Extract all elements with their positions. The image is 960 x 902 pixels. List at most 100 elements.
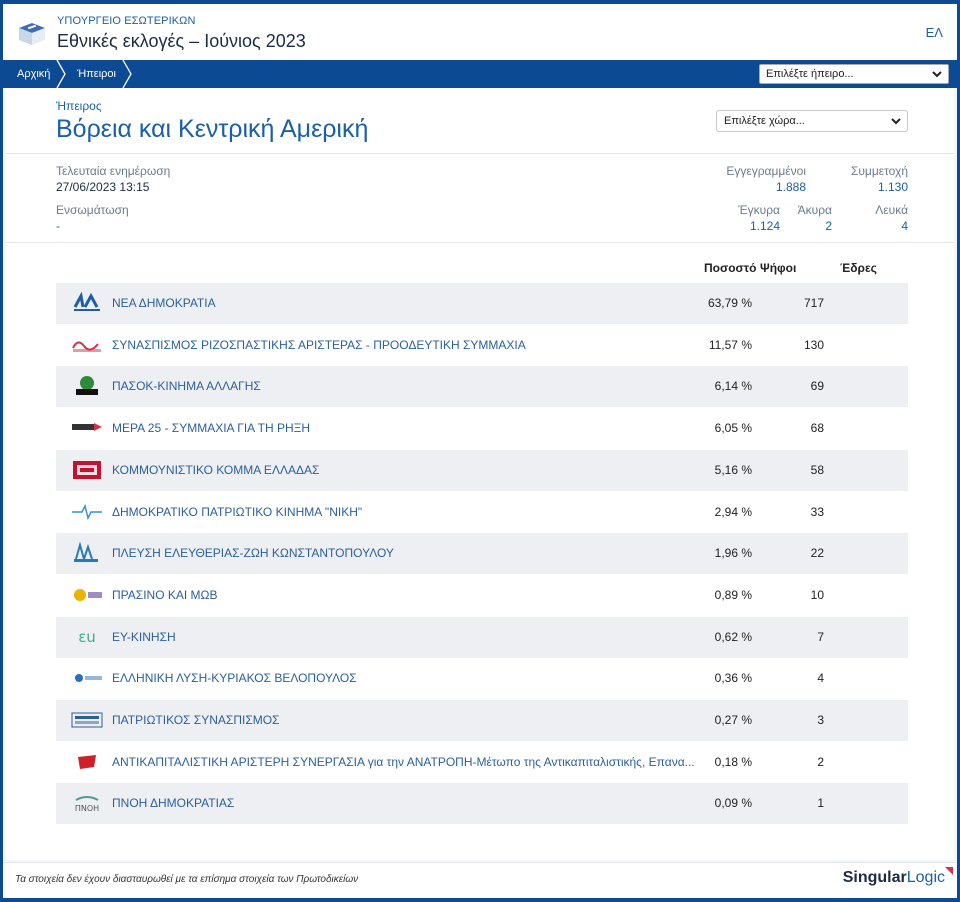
invalid-label: Άκυρα	[797, 203, 832, 217]
syriza-logo-icon	[72, 341, 101, 352]
party-name[interactable]: ΣΥΝΑΣΠΙΣΜΟΣ ΡΙΖΟΣΠΑΣΤΙΚΗΣ ΑΡΙΣΤΕΡΑΣ - ΠΡ…	[112, 325, 526, 366]
table-row: ΑΝΤΙΚΑΠΙΤΑΛΙΣΤΙΚΗ ΑΡΙΣΤΕΡΗ ΣΥΝΕΡΓΑΣΙΑ γι…	[56, 742, 908, 783]
blank-value: 4	[901, 219, 908, 233]
party-name[interactable]: ΠΝΟΗ ΔΗΜΟΚΡΑΤΙΑΣ	[112, 783, 234, 824]
party-votes: 10	[810, 587, 824, 602]
party-votes: 1	[817, 796, 824, 811]
party-name[interactable]: ΜΕΡΑ 25 - ΣΥΜΜΑΧΙΑ ΓΙΑ ΤΗ ΡΗΞΗ	[112, 408, 310, 449]
party-percent: 6,14 %	[714, 379, 752, 394]
divider	[6, 242, 954, 243]
last-update-label: Τελευταία ενημέρωση	[56, 164, 171, 178]
region-label: Ήπειρος	[56, 99, 102, 113]
breadcrumb-continents[interactable]: Ήπειροι	[77, 60, 116, 88]
brand-part-b: Logic	[906, 869, 945, 886]
page-header-title: Εθνικές εκλογές – Ιούνιος 2023	[57, 31, 306, 51]
party-name[interactable]: ΕΥ-ΚΙΝΗΣΗ	[112, 617, 176, 658]
party-percent: 0,09 %	[714, 796, 752, 811]
chevron-right-icon	[56, 60, 66, 88]
country-select[interactable]: Επιλέξτε χώρα...	[716, 110, 908, 132]
pasok-logo-icon	[76, 376, 98, 396]
party-name[interactable]: ΠΛΕΥΣΗ ΕΛΕΥΘΕΡΙΑΣ-ΖΩΗ ΚΩΝΣΤΑΝΤΟΠΟΥΛΟΥ	[112, 533, 394, 574]
pnoi-logo-icon: ΠΝΟΗ	[75, 796, 99, 813]
party-name[interactable]: ΑΝΤΙΚΑΠΙΤΑΛΙΣΤΙΚΗ ΑΡΙΣΤΕΡΗ ΣΥΝΕΡΓΑΣΙΑ γι…	[112, 742, 695, 783]
chevron-down-icon	[891, 118, 901, 125]
party-percent: 0,62 %	[714, 629, 752, 644]
brand-mark-icon	[945, 867, 953, 875]
party-votes: 58	[810, 462, 824, 477]
party-name[interactable]: ΕΛΛΗΝΙΚΗ ΛΥΣΗ-ΚΥΡΙΑΚΟΣ ΒΕΛΟΠΟΥΛΟΣ	[112, 658, 357, 699]
continent-select[interactable]: Επιλέξτε ήπειρο...	[759, 64, 949, 84]
ey-kinisi-logo-icon: εu	[78, 628, 96, 646]
registered-label: Εγγεγραμμένοι	[726, 164, 806, 178]
integration-value: -	[56, 219, 60, 233]
top-bar: ΥΠΟΥΡΓΕΙΟ ΕΣΩΤΕΡΙΚΩΝ Εθνικές εκλογές – Ι…	[3, 4, 957, 60]
party-votes: 2	[817, 754, 824, 769]
valid-label: Έγκυρα	[738, 203, 780, 217]
party-percent: 0,89 %	[714, 587, 752, 602]
valid-value: 1.124	[749, 219, 780, 233]
party-percent: 6,05 %	[714, 421, 752, 436]
footer: Τα στοιχεία δεν έχουν διασταυρωθεί με τα…	[3, 862, 957, 898]
party-name[interactable]: ΠΑΣΟΚ-ΚΙΝΗΜΑ ΑΛΛΑΓΗΣ	[112, 366, 261, 407]
language-switch[interactable]: ΕΛ	[926, 25, 943, 40]
nd-logo-icon	[73, 292, 100, 311]
integration-label: Ενσωμάτωση	[56, 203, 129, 217]
table-row: ΜΕΡΑ 25 - ΣΥΜΜΑΧΙΑ ΓΙΑ ΤΗ ΡΗΞΗ 6,05 % 68	[56, 408, 908, 449]
party-name[interactable]: ΚΟΜΜΟΥΝΙΣΤΙΚΟ ΚΟΜΜΑ ΕΛΛΑΔΑΣ	[112, 450, 319, 491]
party-percent: 0,18 %	[714, 754, 752, 769]
table-row: ΠΝΟΗ ΠΝΟΗ ΔΗΜΟΚΡΑΤΙΑΣ 0,09 % 1	[56, 783, 908, 825]
party-percent: 1,96 %	[714, 546, 752, 561]
kke-logo-icon	[73, 460, 101, 479]
divider	[6, 153, 954, 154]
breadcrumb-home[interactable]: Αρχική	[17, 60, 50, 88]
niki-logo-icon	[72, 503, 102, 520]
breadcrumb: Αρχική Ήπειροι Επιλέξτε ήπειρο...	[3, 60, 957, 88]
elliniki-lysi-logo-icon	[75, 674, 102, 683]
turnout-value: 1.130	[877, 180, 908, 194]
column-header-percent: Ποσοστό	[704, 261, 757, 275]
svg-text:εu: εu	[78, 628, 96, 646]
party-percent: 5,16 %	[714, 462, 752, 477]
chevron-down-icon	[932, 71, 942, 78]
party-name[interactable]: ΔΗΜΟΚΡΑΤΙΚΟ ΠΑΤΡΙΩΤΙΚΟ ΚΙΝΗΜΑ "ΝΙΚΗ"	[112, 492, 362, 533]
table-row: ΠΡΑΣΙΝΟ ΚΑΙ ΜΩΒ 0,89 % 10	[56, 575, 908, 616]
table-row: ΚΟΜΜΟΥΝΙΣΤΙΚΟ ΚΟΜΜΑ ΕΛΛΑΔΑΣ 5,16 % 58	[56, 449, 908, 491]
chevron-right-icon	[122, 60, 132, 88]
party-votes: 130	[803, 337, 824, 352]
party-votes: 4	[817, 671, 824, 686]
party-votes: 3	[817, 713, 824, 727]
party-percent: 0,27 %	[714, 713, 752, 727]
svg-text:ΠΝΟΗ: ΠΝΟΗ	[75, 804, 99, 813]
party-percent: 63,79 %	[707, 296, 752, 310]
antarsya-logo-icon	[78, 754, 96, 769]
table-row: ΠΑΣΟΚ-ΚΙΝΗΜΑ ΑΛΛΑΓΗΣ 6,14 % 69	[56, 366, 908, 408]
ministry-label: ΥΠΟΥΡΓΕΙΟ ΕΣΩΤΕΡΙΚΩΝ	[57, 15, 196, 27]
disclaimer-note: Τα στοιχεία δεν έχουν διασταυρωθεί με τα…	[15, 874, 359, 885]
party-votes: 33	[810, 504, 824, 519]
patriotikos-logo-icon	[71, 712, 103, 728]
party-percent: 11,57 %	[708, 337, 752, 352]
last-update-value: 27/06/2023 13:15	[56, 180, 150, 194]
table-row: εu ΕΥ-ΚΙΝΗΣΗ 0,62 % 7	[56, 616, 908, 658]
plefsi-logo-icon	[74, 542, 98, 563]
party-votes: 717	[803, 296, 824, 310]
table-row: ΠΑΤΡΙΩΤΙΚΟΣ ΣΥΝΑΣΠΙΣΜΟΣ 0,27 % 3	[56, 700, 908, 741]
party-name[interactable]: ΠΡΑΣΙΝΟ ΚΑΙ ΜΩΒ	[112, 575, 218, 616]
party-name[interactable]: ΝΕΑ ΔΗΜΟΚΡΑΤΙΑ	[112, 283, 216, 324]
party-percent: 0,36 %	[714, 671, 752, 686]
page-title: Βόρεια και Κεντρική Αμερική	[56, 115, 369, 143]
table-row: ΠΛΕΥΣΗ ΕΛΕΥΘΕΡΙΑΣ-ΖΩΗ ΚΩΝΣΤΑΝΤΟΠΟΥΛΟΥ 1,9…	[56, 533, 908, 575]
column-header-votes: Ψήφοι	[760, 261, 797, 275]
registered-value: 1.888	[775, 180, 806, 194]
table-row: ΔΗΜΟΚΡΑΤΙΚΟ ΠΑΤΡΙΩΤΙΚΟ ΚΙΝΗΜΑ "ΝΙΚΗ" 2,94…	[56, 492, 908, 533]
continent-select-value: Επιλέξτε ήπειρο...	[766, 68, 854, 80]
ballot-box-icon	[19, 23, 45, 45]
table-row: ΣΥΝΑΣΠΙΣΜΟΣ ΡΙΖΟΣΠΑΣΤΙΚΗΣ ΑΡΙΣΤΕΡΑΣ - ΠΡ…	[56, 325, 908, 366]
blank-label: Λευκά	[875, 203, 908, 217]
results-panel: Ήπειρος Βόρεια και Κεντρική Αμερική Επιλ…	[6, 88, 954, 860]
party-name[interactable]: ΠΑΤΡΙΩΤΙΚΟΣ ΣΥΝΑΣΠΙΣΜΟΣ	[112, 700, 279, 741]
singularlogic-logo: SingularLogic	[843, 867, 953, 887]
column-header-seats: Έδρες	[840, 261, 877, 275]
party-percent: 2,94 %	[714, 504, 752, 519]
table-row: ΝΕΑ ΔΗΜΟΚΡΑΤΙΑ 63,79 % 717	[56, 283, 908, 324]
